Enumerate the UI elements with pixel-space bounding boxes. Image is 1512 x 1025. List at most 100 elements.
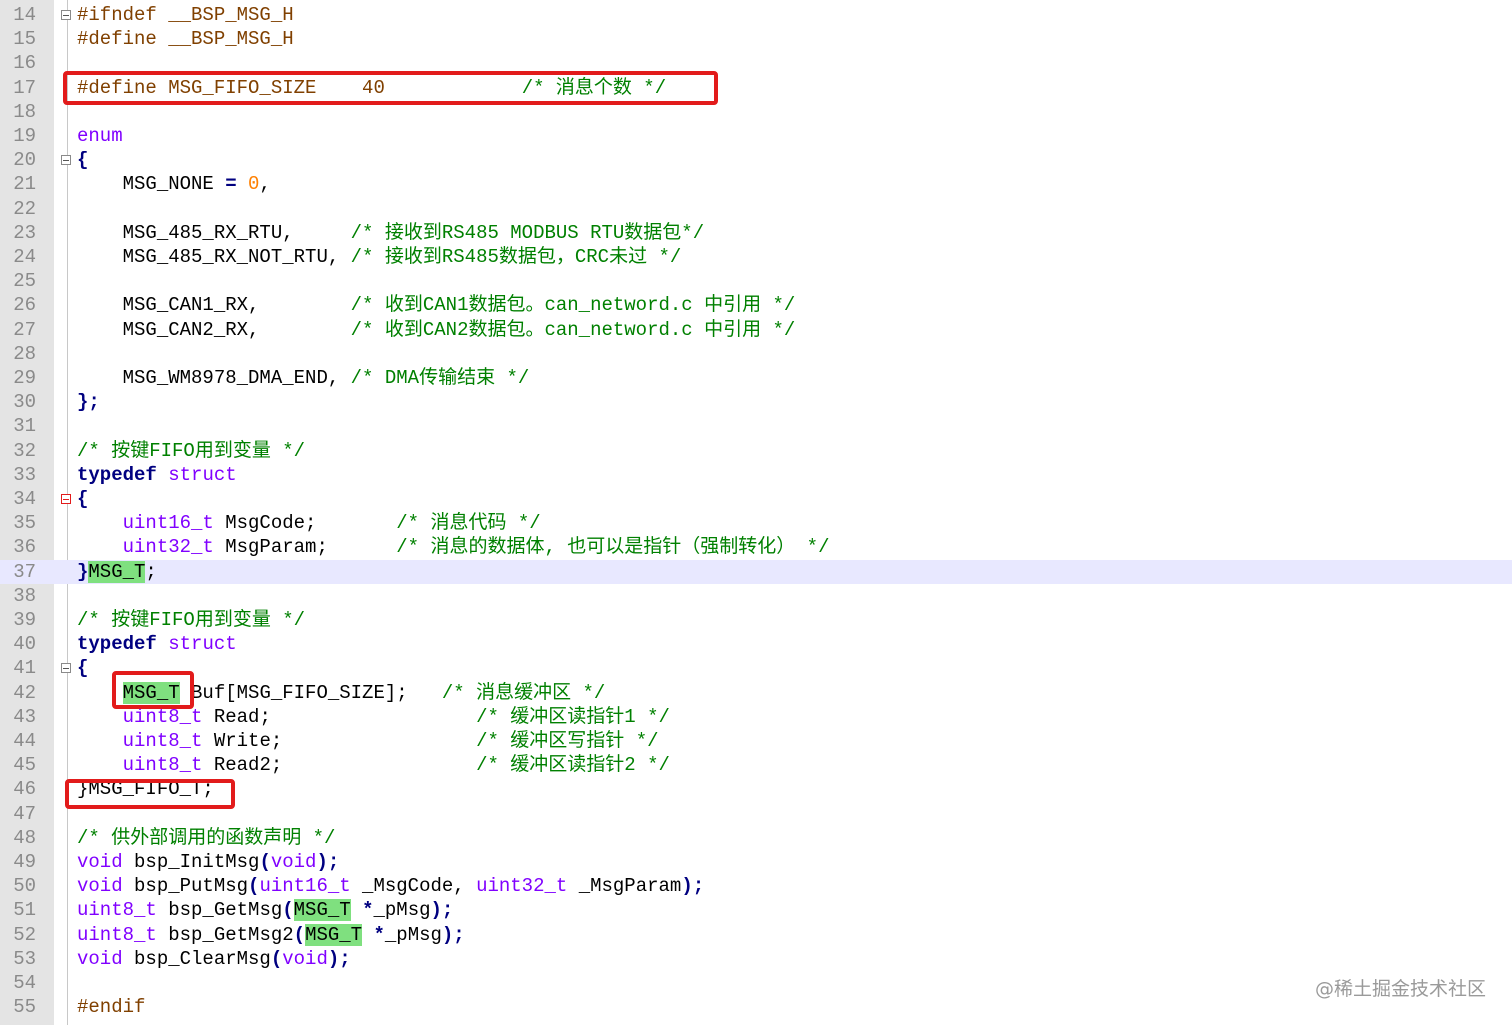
- brace: {: [77, 657, 89, 680]
- code-line[interactable]: 34 {: [0, 487, 1512, 511]
- code-comment: /* 缓冲区读指针1 */: [476, 705, 670, 728]
- code-line[interactable]: 30 };: [0, 390, 1512, 414]
- code-line[interactable]: 45 uint8_t Read2; /* 缓冲区读指针2 */: [0, 753, 1512, 777]
- code-line[interactable]: 35 uint16_t MsgCode; /* 消息代码 */: [0, 511, 1512, 535]
- type-name: uint8_t: [122, 705, 203, 728]
- type-name: uint8_t: [122, 730, 203, 752]
- fold-toggle-icon[interactable]: [61, 155, 71, 166]
- code-line[interactable]: 39 /* 按键FIFO用到变量 */: [0, 608, 1512, 632]
- identifier: _MsgCode,: [350, 875, 477, 898]
- line-number: 26: [13, 294, 36, 317]
- line-number: 54: [13, 972, 36, 994]
- code-comment: /* 缓冲区读指针2 */: [476, 754, 670, 777]
- keyword-enum: enum: [77, 125, 123, 147]
- code-line[interactable]: 48 /* 供外部调用的函数声明 */: [0, 826, 1512, 850]
- code-comment: /* 接收到RS485 MODBUS RTU数据包*/: [350, 221, 705, 244]
- code-line[interactable]: 41 {: [0, 656, 1512, 680]
- line-number: 52: [13, 923, 36, 946]
- annotation-box-msg-fifo-size: [63, 71, 718, 105]
- highlighted-identifier: MSG_T: [293, 899, 351, 922]
- code-line[interactable]: 52 uint8_t bsp_GetMsg2(MSG_T *_pMsg);: [0, 923, 1512, 947]
- annotation-box-msg-t: [112, 671, 194, 709]
- code-line[interactable]: 53 void bsp_ClearMsg(void);: [0, 947, 1512, 971]
- code-line[interactable]: 20 {: [0, 148, 1512, 172]
- code-line[interactable]: 54: [0, 971, 1512, 995]
- code-line[interactable]: 40 typedef struct: [0, 632, 1512, 656]
- code-line[interactable]: 51 uint8_t bsp_GetMsg(MSG_T *_pMsg);: [0, 898, 1512, 922]
- line-number: 40: [13, 633, 36, 656]
- code-line[interactable]: 21 MSG_NONE = 0,: [0, 172, 1512, 196]
- code-line[interactable]: 49 void bsp_InitMsg(void);: [0, 850, 1512, 874]
- line-number: 41: [13, 657, 36, 680]
- code-comment: /* 消息代码 */: [396, 512, 541, 535]
- code-comment: /* 接收到RS485数据包，CRC未过 */: [350, 246, 682, 268]
- line-number: 24: [13, 246, 36, 268]
- code-line[interactable]: 31: [0, 414, 1512, 438]
- code-line[interactable]: 24 MSG_485_RX_NOT_RTU, /* 接收到RS485数据包，CR…: [0, 245, 1512, 269]
- code-line[interactable]: 22: [0, 197, 1512, 221]
- line-number: 14: [13, 4, 36, 26]
- line-number: 51: [13, 899, 36, 922]
- identifier: MSG_CAN2_RX,: [77, 318, 351, 341]
- code-line[interactable]: 15 #define __BSP_MSG_H: [0, 27, 1512, 51]
- code-line[interactable]: 14 #ifndef __BSP_MSG_H: [0, 3, 1512, 27]
- line-number: 36: [13, 536, 36, 559]
- code-line[interactable]: 32 /* 按键FIFO用到变量 */: [0, 439, 1512, 463]
- line-number: 23: [13, 221, 36, 244]
- identifier: _MsgParam: [567, 875, 682, 898]
- code-comment: /* 供外部调用的函数声明 */: [77, 826, 336, 849]
- type-name: uint32_t: [122, 536, 214, 559]
- identifier: MSG_485_RX_NOT_RTU,: [77, 246, 351, 268]
- line-number: 15: [13, 28, 36, 51]
- code-line[interactable]: 25: [0, 269, 1512, 293]
- type-name: void: [282, 947, 328, 970]
- keyword-struct: struct: [168, 463, 237, 486]
- code-line[interactable]: 43 uint8_t Read; /* 缓冲区读指针1 */: [0, 705, 1512, 729]
- line-number: 37: [13, 560, 36, 583]
- line-number: 27: [13, 318, 36, 341]
- identifier: MSG_NONE: [77, 173, 226, 196]
- code-line[interactable]: 36 uint32_t MsgParam; /* 消息的数据体, 也可以是指针（…: [0, 535, 1512, 559]
- code-comment: /* DMA传输结束 */: [350, 367, 530, 389]
- fold-toggle-icon[interactable]: [61, 10, 71, 20]
- identifier: _pMsg: [373, 899, 431, 922]
- line-number: 49: [13, 851, 36, 873]
- current-code-line[interactable]: 37 }MSG_T;: [0, 559, 1512, 584]
- brace: {: [77, 149, 89, 172]
- identifier: MsgCode;: [213, 512, 397, 535]
- annotation-box-msg-fifo-t: [65, 779, 235, 809]
- preprocessor-directive: #endif: [77, 996, 146, 1019]
- code-line[interactable]: 38: [0, 584, 1512, 608]
- code-line[interactable]: 29 MSG_WM8978_DMA_END, /* DMA传输结束 */: [0, 366, 1512, 390]
- highlighted-identifier: MSG_T: [88, 560, 146, 583]
- identifier: Read;: [202, 705, 477, 728]
- code-line[interactable]: 33 typedef struct: [0, 463, 1512, 487]
- line-number: 53: [13, 947, 36, 970]
- code-line[interactable]: 28: [0, 342, 1512, 366]
- code-line[interactable]: 23 MSG_485_RX_RTU, /* 接收到RS485 MODBUS RT…: [0, 221, 1512, 245]
- line-number: 19: [13, 125, 36, 147]
- line-number: 55: [13, 996, 36, 1019]
- line-number: 33: [13, 463, 36, 486]
- code-comment: /* 按键FIFO用到变量 */: [77, 609, 306, 631]
- identifier: Read2;: [202, 754, 477, 777]
- code-line[interactable]: 42 MSG_T Buf[MSG_FIFO_SIZE]; /* 消息缓冲区 */: [0, 681, 1512, 705]
- line-number: 21: [13, 173, 36, 196]
- line-number: 50: [13, 875, 36, 898]
- code-line[interactable]: 50 void bsp_PutMsg(uint16_t _MsgCode, ui…: [0, 874, 1512, 898]
- code-comment: /* 收到CAN1数据包。can_netword.c 中引用 */: [350, 294, 796, 317]
- line-number: 20: [13, 149, 36, 172]
- function-name: bsp_InitMsg: [122, 851, 260, 873]
- fold-toggle-icon[interactable]: [61, 663, 71, 674]
- code-line[interactable]: 44 uint8_t Write; /* 缓冲区写指针 */: [0, 729, 1512, 753]
- code-line[interactable]: 19 enum: [0, 124, 1512, 148]
- code-line[interactable]: 55 #endif: [0, 995, 1512, 1019]
- fold-toggle-icon[interactable]: [61, 494, 71, 504]
- code-line[interactable]: 26 MSG_CAN1_RX, /* 收到CAN1数据包。can_netword…: [0, 293, 1512, 317]
- type-name: void: [77, 947, 123, 970]
- identifier: Write;: [202, 730, 477, 752]
- function-name: bsp_PutMsg: [122, 875, 249, 898]
- code-line[interactable]: 27 MSG_CAN2_RX, /* 收到CAN2数据包。can_netword…: [0, 318, 1512, 342]
- type-name: uint8_t: [122, 754, 203, 777]
- code-editor[interactable]: 14 #ifndef __BSP_MSG_H 15 #define __BSP_…: [0, 0, 1512, 1025]
